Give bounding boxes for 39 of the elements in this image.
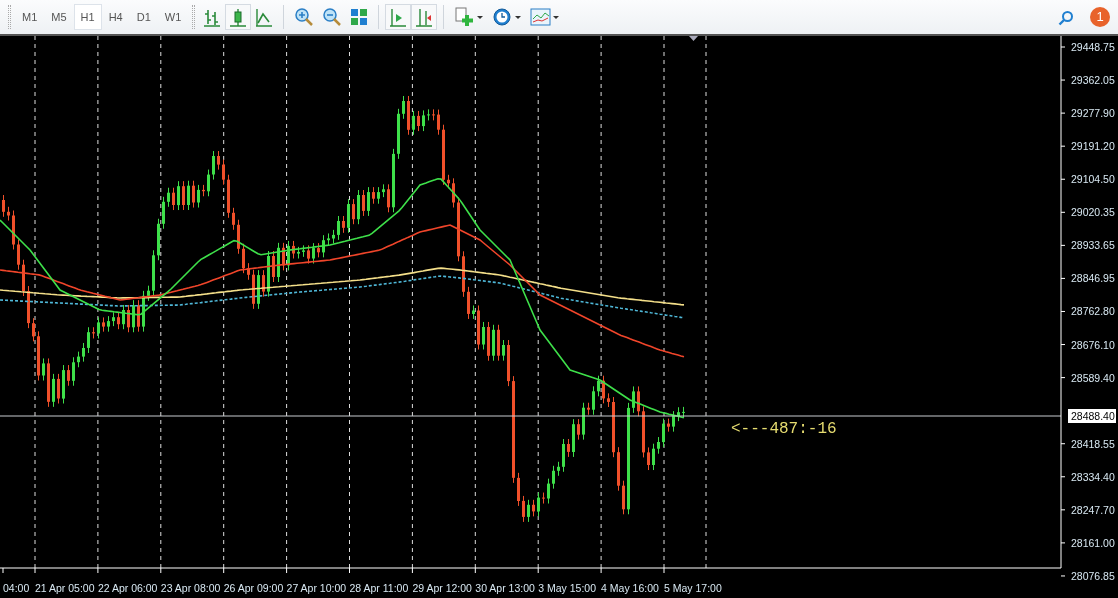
time-label: 21 Apr 05:00 [35, 582, 95, 594]
price-label: 28076.85 [1071, 569, 1115, 582]
price-annotation: <---487:-16 [731, 420, 837, 438]
price-label: 29448.75 [1071, 41, 1115, 53]
time-label: 23 Apr 08:00 [160, 582, 221, 594]
time-label: 27 Apr 10:00 [286, 582, 347, 594]
time-label: 4 May 16:00 [601, 582, 659, 594]
time-label: 30 Apr 13:00 [475, 582, 535, 594]
price-label: 28161.00 [1071, 536, 1115, 549]
price-label: 29191.20 [1071, 140, 1115, 153]
price-label: 29362.05 [1071, 74, 1115, 87]
time-label: 3 May 15:00 [538, 582, 596, 594]
candlestick-icon[interactable] [225, 4, 252, 30]
timeframe-button[interactable]: W1 [157, 4, 189, 30]
price-label: 28334.40 [1071, 470, 1115, 483]
price-label: 28933.65 [1071, 239, 1115, 252]
timeframe-button[interactable]: M1 [15, 4, 45, 30]
time-label: 22 Apr 06:00 [97, 582, 158, 594]
timeframe-button[interactable]: D1 [129, 4, 158, 30]
price-label: 28589.40 [1071, 371, 1115, 384]
timeframe-button[interactable]: H1 [73, 4, 102, 30]
price-label: 28247.70 [1071, 503, 1115, 516]
timeframe-button[interactable]: M5 [44, 4, 74, 30]
time-label: 26 Apr 09:00 [223, 582, 284, 594]
price-label: 28846.95 [1071, 272, 1115, 285]
time-label: 28 Apr 11:00 [349, 582, 409, 594]
price-label: 29277.90 [1071, 107, 1115, 120]
price-label: 29020.35 [1071, 206, 1115, 219]
time-label: 5 May 17:00 [664, 582, 722, 594]
time-label: 29 Apr 12:00 [412, 582, 472, 594]
time-label: 04:00 [3, 582, 30, 594]
price-label: 28762.80 [1071, 305, 1115, 318]
price-label: 28676.10 [1071, 338, 1115, 351]
chart-shift-icon[interactable] [411, 4, 438, 30]
current-price-label: 28488.40 [1068, 409, 1116, 423]
autoscroll-icon[interactable] [385, 4, 412, 30]
price-label: 29104.50 [1071, 173, 1115, 186]
price-label: 28418.55 [1071, 437, 1115, 450]
timeframe-button[interactable]: H4 [101, 4, 130, 30]
